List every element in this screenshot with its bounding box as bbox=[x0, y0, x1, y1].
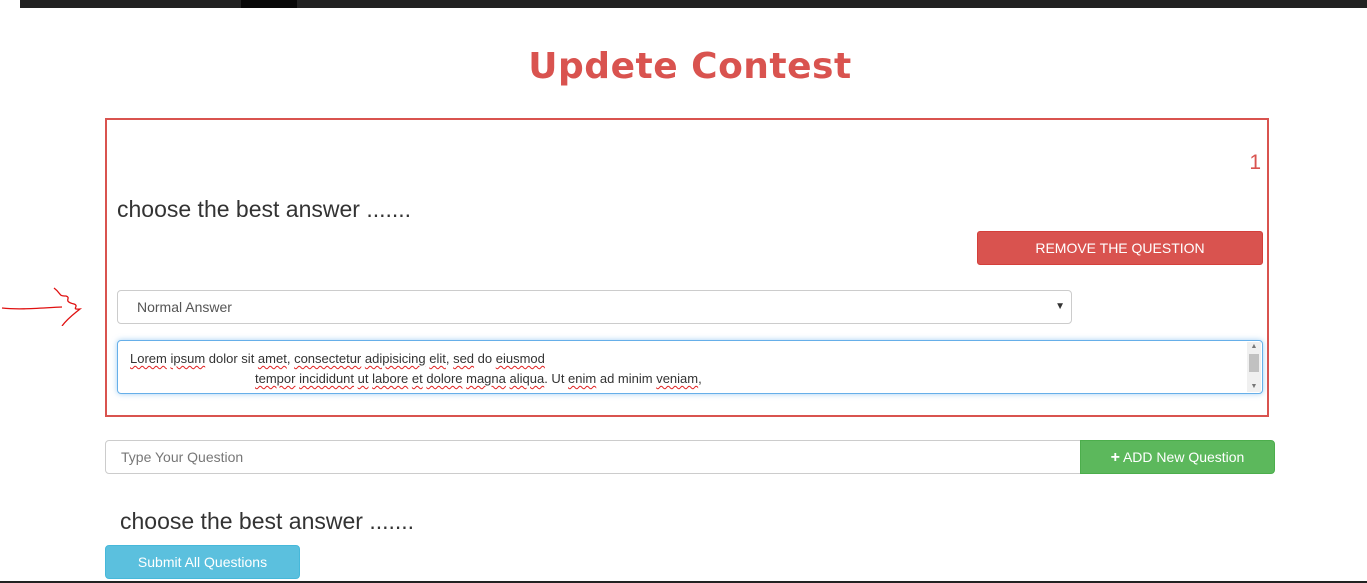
chevron-down-icon: ▼ bbox=[1055, 301, 1065, 312]
textarea-scrollbar[interactable]: ▲ ▼ bbox=[1247, 342, 1261, 392]
scroll-thumb[interactable] bbox=[1249, 354, 1259, 372]
scroll-up-icon[interactable]: ▲ bbox=[1247, 342, 1261, 352]
remove-question-button[interactable]: REMOVE THE QUESTION bbox=[977, 231, 1263, 265]
add-question-label: ADD New Question bbox=[1122, 449, 1245, 465]
answer-type-select[interactable]: Normal Answer ▼ bbox=[117, 290, 1072, 324]
question-card: 1 choose the best answer ....... REMOVE … bbox=[105, 118, 1269, 417]
scroll-down-icon[interactable]: ▼ bbox=[1247, 382, 1261, 392]
top-navbar bbox=[20, 0, 1367, 8]
question-number: 1 bbox=[1249, 151, 1261, 174]
hand-drawn-arrow-icon bbox=[1, 287, 83, 326]
answer-text-line-2: tempor incididunt ut labore et dolore ma… bbox=[255, 371, 702, 386]
new-question-input[interactable] bbox=[105, 440, 1081, 474]
answer-text: Lorem ipsum dolor sit amet, consectetur … bbox=[130, 349, 1240, 389]
page-title: Updete Contest bbox=[528, 46, 852, 87]
question-text: choose the best answer ....... bbox=[120, 508, 415, 534]
answer-type-selected: Normal Answer bbox=[137, 299, 232, 315]
submit-all-button[interactable]: Submit All Questions bbox=[105, 545, 300, 579]
answer-textarea[interactable]: Lorem ipsum dolor sit amet, consectetur … bbox=[117, 340, 1263, 394]
navbar-active-tab[interactable] bbox=[241, 0, 297, 8]
question-text: choose the best answer ....... bbox=[117, 196, 412, 222]
plus-icon: + bbox=[1110, 449, 1120, 466]
add-question-button[interactable]: + ADD New Question bbox=[1080, 440, 1275, 474]
answer-text-line-1: Lorem ipsum dolor sit amet, consectetur … bbox=[130, 351, 545, 366]
